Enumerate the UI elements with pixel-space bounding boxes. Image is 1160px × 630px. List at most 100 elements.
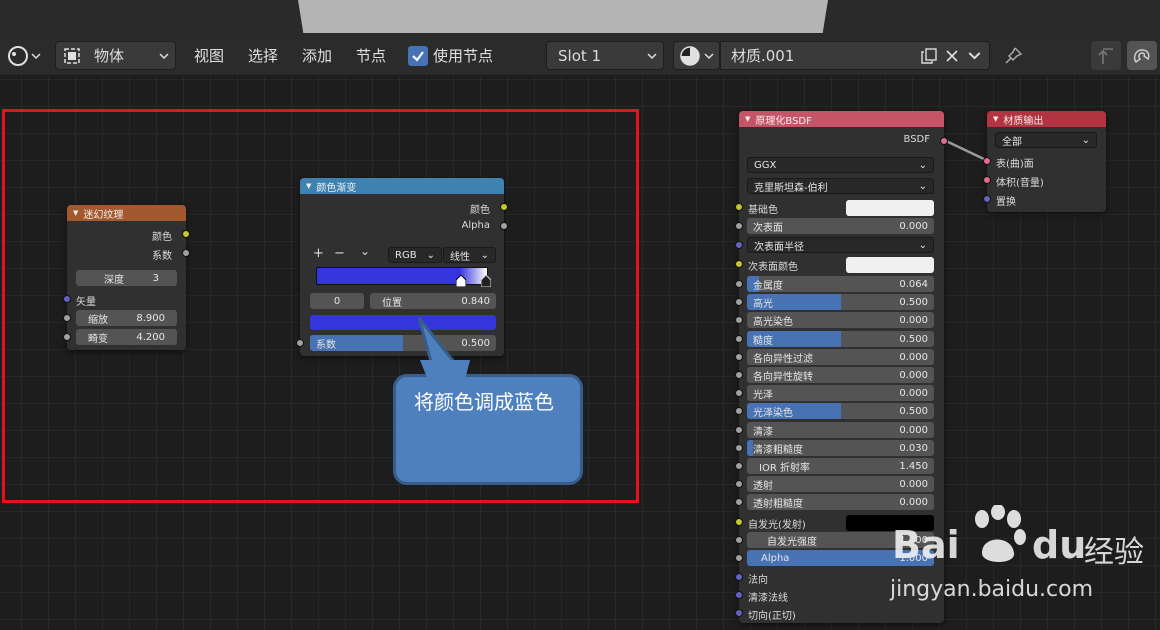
fac-input-socket[interactable] [296, 339, 304, 347]
material-output-node[interactable]: ▼ 材质输出 全部 ⌄ 表(曲)面 体积(音量) 置换 [983, 111, 1106, 212]
base-color-swatch[interactable] [846, 200, 934, 216]
normal-socket[interactable] [735, 573, 743, 581]
node-header[interactable]: ▼ 原理化BSDF [739, 111, 944, 127]
output-bsdf-label: BSDF [903, 134, 930, 145]
pin-button[interactable] [998, 41, 1028, 70]
bsdf-input-socket[interactable] [735, 407, 743, 415]
collapse-triangle-icon[interactable]: ▼ [73, 209, 78, 217]
emission-strength-socket[interactable] [735, 536, 743, 544]
ramp-menu-button[interactable]: ⌄ [360, 244, 370, 258]
subsurface-color-swatch[interactable] [846, 257, 934, 273]
subsurface-radius-socket[interactable] [735, 241, 743, 249]
tangent-socket[interactable] [735, 609, 743, 617]
bsdf-input-socket[interactable] [735, 480, 743, 488]
subsurface-method-dropdown[interactable]: 克里斯坦森-伯利 ⌄ [747, 178, 934, 194]
collapse-triangle-icon[interactable]: ▼ [993, 115, 998, 123]
duplicate-icon[interactable] [920, 47, 938, 65]
bsdf-value-field[interactable]: 光泽染色 0.500 [747, 403, 934, 419]
field-value: 线性 [450, 251, 470, 263]
bsdf-input-socket[interactable] [735, 335, 743, 343]
snap-button[interactable] [1127, 41, 1157, 70]
bsdf-value-field[interactable]: 清漆 0.000 [747, 422, 934, 438]
bsdf-value-field[interactable]: 各向异性旋转 0.000 [747, 367, 934, 383]
material-browse-button[interactable] [673, 41, 720, 70]
bsdf-value-field[interactable]: 透射 0.000 [747, 476, 934, 492]
displacement-socket[interactable] [983, 195, 991, 203]
slot-dropdown[interactable]: Slot 1 [546, 41, 664, 70]
bsdf-value-field[interactable]: 清漆粗糙度 0.030 [747, 440, 934, 456]
scale-socket[interactable] [63, 314, 71, 322]
bsdf-input-socket[interactable] [735, 371, 743, 379]
node-header[interactable]: ▼ 迷幻纹理 [67, 205, 186, 221]
material-name-field[interactable]: 材质.001 [720, 41, 990, 70]
menu-node[interactable]: 节点 [356, 45, 386, 66]
emission-socket[interactable] [735, 518, 743, 526]
bsdf-input-socket[interactable] [735, 298, 743, 306]
magic-texture-node[interactable]: ▼ 迷幻纹理 颜色 系数 深度 3 矢量 缩放 8.900 畸变 4.200 [63, 205, 190, 350]
bsdf-value-field[interactable]: 各向异性过滤 0.000 [747, 349, 934, 365]
bsdf-input-socket[interactable] [735, 280, 743, 288]
ramp-stop-handle[interactable] [481, 275, 491, 287]
clearcoat-normal-socket[interactable] [735, 591, 743, 599]
ramp-stop-handle[interactable] [456, 275, 466, 287]
chevron-down-icon: ⌄ [918, 239, 927, 251]
subsurface-field[interactable]: 次表面 0.000 [747, 218, 934, 234]
output-target-dropdown[interactable]: 全部 ⌄ [995, 132, 1097, 148]
depth-field[interactable]: 深度 3 [76, 270, 177, 286]
bsdf-value-field[interactable]: IOR 折射率 1.450 [747, 458, 934, 474]
subsurface-color-socket[interactable] [735, 260, 743, 268]
bsdf-input-socket[interactable] [735, 353, 743, 361]
surface-socket[interactable] [983, 157, 991, 165]
stop-index-field[interactable]: 0 [310, 293, 364, 309]
bsdf-value-field[interactable]: 高光染色 0.000 [747, 312, 934, 328]
bsdf-value-field[interactable]: 糙度 0.500 [747, 331, 934, 347]
output-color-socket[interactable] [182, 230, 190, 238]
bsdf-input-socket[interactable] [735, 426, 743, 434]
output-bsdf-socket[interactable] [940, 137, 948, 145]
distortion-field[interactable]: 畸变 4.200 [76, 329, 177, 345]
editor-type-button[interactable] [3, 41, 47, 70]
alpha-socket[interactable] [735, 554, 743, 562]
use-nodes-checkbox[interactable] [408, 46, 428, 66]
bsdf-input-socket[interactable] [735, 462, 743, 470]
bsdf-value-field[interactable]: 高光 0.500 [747, 294, 934, 310]
add-stop-button[interactable]: + [313, 246, 324, 261]
distortion-socket[interactable] [63, 333, 71, 341]
interpolation-dropdown[interactable]: 线性 ⌄ [443, 247, 496, 263]
node-header[interactable]: ▼ 颜色渐变 [300, 178, 504, 194]
node-header[interactable]: ▼ 材质输出 [987, 111, 1106, 127]
field-value: 0.000 [899, 387, 928, 399]
menu-add[interactable]: 添加 [302, 45, 332, 66]
output-alpha-socket[interactable] [500, 222, 508, 230]
collapse-triangle-icon[interactable]: ▼ [745, 115, 750, 123]
base-color-socket[interactable] [735, 203, 743, 211]
object-mode-dropdown[interactable]: 物体 [55, 41, 176, 70]
bsdf-input-socket[interactable] [735, 498, 743, 506]
node-title: 迷幻纹理 [83, 209, 124, 221]
vector-socket[interactable] [63, 295, 71, 303]
pin-icon [1005, 46, 1023, 64]
scale-field[interactable]: 缩放 8.900 [76, 310, 177, 326]
collapse-triangle-icon[interactable]: ▼ [306, 182, 311, 190]
output-fac-socket[interactable] [182, 249, 190, 257]
subsurface-socket[interactable] [735, 222, 743, 230]
chevron-down-icon[interactable] [968, 49, 981, 62]
bsdf-input-socket[interactable] [735, 316, 743, 324]
color-mode-dropdown[interactable]: RGB ⌄ [388, 247, 442, 263]
remove-stop-button[interactable]: − [334, 246, 345, 261]
menu-view[interactable]: 视图 [194, 45, 224, 66]
menu-select[interactable]: 选择 [248, 45, 278, 66]
distribution-dropdown[interactable]: GGX ⌄ [747, 157, 934, 173]
bsdf-value-field[interactable]: 光泽 0.000 [747, 385, 934, 401]
parent-node-tree-button[interactable] [1091, 41, 1121, 70]
volume-socket[interactable] [983, 176, 991, 184]
bsdf-value-field[interactable]: 金属度 0.064 [747, 276, 934, 292]
bsdf-input-socket[interactable] [735, 444, 743, 452]
field-label: 清漆粗糙度 [753, 444, 803, 456]
chevron-down-icon: ⌄ [480, 249, 489, 261]
output-color-socket[interactable] [500, 203, 508, 211]
close-icon[interactable] [944, 48, 960, 64]
subsurface-radius-dropdown[interactable]: 次表面半径 ⌄ [747, 237, 934, 253]
position-field[interactable]: 位置 0.840 [370, 293, 496, 309]
bsdf-input-socket[interactable] [735, 389, 743, 397]
